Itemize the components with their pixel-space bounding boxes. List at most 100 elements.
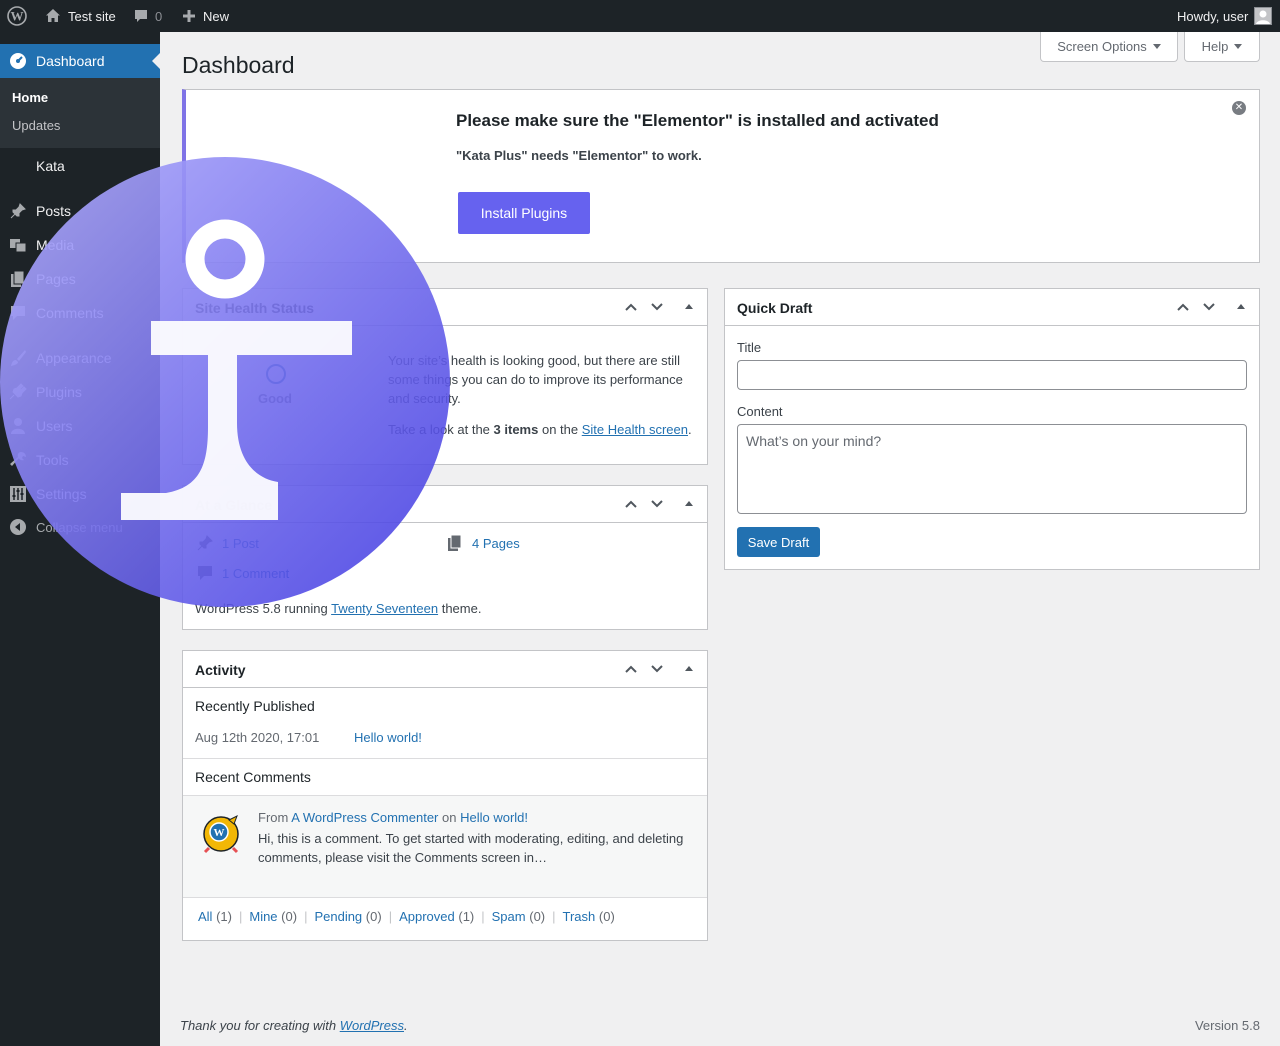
filter-label: Mine bbox=[249, 909, 278, 924]
published-post-link[interactable]: Hello world! bbox=[354, 730, 422, 745]
save-draft-button[interactable]: Save Draft bbox=[737, 527, 820, 557]
submenu-item-updates[interactable]: Updates bbox=[12, 118, 60, 133]
svg-text:W: W bbox=[214, 827, 225, 839]
on-text: on bbox=[442, 810, 457, 825]
wrench-icon bbox=[10, 452, 26, 466]
theme-link[interactable]: Twenty Seventeen bbox=[331, 601, 438, 616]
toggle-panel-icon[interactable] bbox=[681, 496, 697, 512]
comment-item: W From A WordPress Commenter on Hello wo… bbox=[183, 795, 707, 898]
footer-thanks-text: Thank you for creating with bbox=[180, 1018, 337, 1033]
commenter-avatar: W bbox=[199, 810, 243, 854]
sidebar-item-label: Comments bbox=[36, 305, 104, 321]
draft-content-textarea[interactable]: What’s on your mind? bbox=[737, 424, 1247, 514]
comments-count: 0 bbox=[155, 8, 163, 24]
collapse-arrow-icon bbox=[10, 519, 26, 535]
widget-title: Site Health Status bbox=[195, 300, 315, 316]
glance-posts-link[interactable]: 1 Post bbox=[196, 534, 259, 552]
filter-spam[interactable]: Spam (0) bbox=[492, 909, 545, 924]
wordpress-logo-icon[interactable]: W bbox=[7, 0, 27, 32]
activity-widget: Activity Recently Published Aug 12th 202… bbox=[182, 650, 708, 941]
filter-pending[interactable]: Pending (0) bbox=[314, 909, 381, 924]
site-health-widget: Site Health Status Good Your site’s heal… bbox=[182, 288, 708, 465]
health-take-look: Take a look at the 3 items on the Site H… bbox=[388, 422, 692, 437]
caret-down-icon bbox=[1152, 44, 1161, 49]
sidebar-item-label: Settings bbox=[36, 486, 87, 502]
filter-mine[interactable]: Mine (0) bbox=[249, 909, 297, 924]
move-down-icon[interactable] bbox=[1201, 299, 1217, 315]
sidebar-item-plugins[interactable]: Plugins bbox=[0, 375, 160, 409]
wp-version-text: WordPress 5.8 running bbox=[195, 601, 328, 616]
sidebar-item-label: Dashboard bbox=[36, 53, 105, 69]
move-down-icon[interactable] bbox=[649, 661, 665, 677]
plugin-icon bbox=[9, 383, 27, 400]
sidebar-item-label: Posts bbox=[36, 203, 72, 219]
site-name: Test site bbox=[68, 8, 116, 24]
submenu-item-home[interactable]: Home bbox=[12, 90, 48, 105]
recently-published-heading: Recently Published bbox=[195, 698, 315, 714]
commenter-link[interactable]: A WordPress Commenter bbox=[291, 810, 438, 825]
pages-icon bbox=[448, 534, 462, 551]
filter-approved[interactable]: Approved (1) bbox=[399, 909, 474, 924]
divider bbox=[183, 758, 707, 759]
sidebar-item-label: Pages bbox=[36, 271, 76, 287]
help-label: Help bbox=[1201, 39, 1229, 54]
install-plugins-button[interactable]: Install Plugins bbox=[458, 192, 590, 234]
title-label: Title bbox=[737, 340, 762, 355]
filter-label: Trash bbox=[562, 909, 596, 924]
site-health-screen-link[interactable]: Site Health screen bbox=[582, 422, 688, 437]
filter-all[interactable]: All (1) bbox=[198, 909, 232, 924]
home-icon bbox=[46, 9, 60, 22]
dismiss-notice-icon[interactable]: ✕ bbox=[1232, 101, 1246, 115]
theme-suffix: theme. bbox=[441, 601, 482, 616]
filter-count: (0) bbox=[529, 909, 546, 924]
new-content-link[interactable]: New bbox=[181, 0, 229, 32]
glance-comments-count: 1 Comment bbox=[222, 565, 290, 581]
filter-trash[interactable]: Trash (0) bbox=[563, 909, 615, 924]
site-name-link[interactable]: Test site bbox=[44, 0, 116, 32]
collapse-menu-button[interactable]: Collapse menu bbox=[0, 510, 160, 544]
sidebar-item-media[interactable]: Media bbox=[0, 228, 160, 262]
draft-title-input[interactable] bbox=[737, 360, 1247, 390]
sidebar-item-comments[interactable]: Comments bbox=[0, 296, 160, 330]
content-label: Content bbox=[737, 404, 783, 419]
filter-label: Spam bbox=[491, 909, 526, 924]
move-down-icon[interactable] bbox=[649, 299, 665, 315]
sidebar-item-dashboard[interactable]: Dashboard bbox=[0, 44, 160, 78]
notice-title: Please make sure the "Elementor" is inst… bbox=[456, 111, 939, 130]
sidebar-item-kata[interactable]: Kata bbox=[0, 149, 160, 183]
wp-version-line: WordPress 5.8 running Twenty Seventeen t… bbox=[195, 601, 481, 616]
comment-excerpt: Hi, this is a comment. To get started wi… bbox=[258, 831, 684, 865]
move-up-icon[interactable] bbox=[623, 299, 639, 315]
admin-bar: W Test site 0 New Howdy, user bbox=[0, 0, 1280, 32]
sidebar-item-posts[interactable]: Posts bbox=[0, 194, 160, 228]
move-up-icon[interactable] bbox=[623, 661, 639, 677]
paintbrush-icon bbox=[11, 350, 26, 366]
help-button[interactable]: Help bbox=[1184, 32, 1260, 62]
glance-pages-link[interactable]: 4 Pages bbox=[446, 534, 520, 552]
filter-label: All bbox=[198, 909, 213, 924]
move-up-icon[interactable] bbox=[1175, 299, 1191, 315]
at-a-glance-widget: At a Glance 1 Post 4 Pages 1 Comment Wor… bbox=[182, 485, 708, 630]
health-status-ring bbox=[266, 364, 286, 384]
toggle-panel-icon[interactable] bbox=[1233, 299, 1249, 315]
sidebar-item-pages[interactable]: Pages bbox=[0, 262, 160, 296]
comments-link[interactable]: 0 bbox=[133, 0, 162, 32]
toggle-panel-icon[interactable] bbox=[681, 661, 697, 677]
glance-comments-link[interactable]: 1 Comment bbox=[196, 564, 289, 582]
wordpress-link[interactable]: WordPress bbox=[340, 1018, 404, 1033]
toggle-panel-icon[interactable] bbox=[681, 299, 697, 315]
page-title: Dashboard bbox=[182, 52, 295, 78]
sidebar-item-label: Users bbox=[36, 418, 73, 434]
my-account-link[interactable]: Howdy, user bbox=[1177, 0, 1273, 32]
sidebar-item-appearance[interactable]: Appearance bbox=[0, 341, 160, 375]
sidebar-item-users[interactable]: Users bbox=[0, 409, 160, 443]
screen-options-button[interactable]: Screen Options bbox=[1040, 32, 1178, 62]
new-label: New bbox=[203, 8, 230, 24]
sidebar-item-tools[interactable]: Tools bbox=[0, 443, 160, 477]
sidebar-item-settings[interactable]: Settings bbox=[0, 477, 160, 511]
move-up-icon[interactable] bbox=[623, 496, 639, 512]
move-down-icon[interactable] bbox=[649, 496, 665, 512]
footer-version: Version 5.8 bbox=[1194, 1018, 1260, 1033]
comment-post-link[interactable]: Hello world! bbox=[460, 810, 528, 825]
health-items-count: 3 items bbox=[493, 422, 539, 437]
